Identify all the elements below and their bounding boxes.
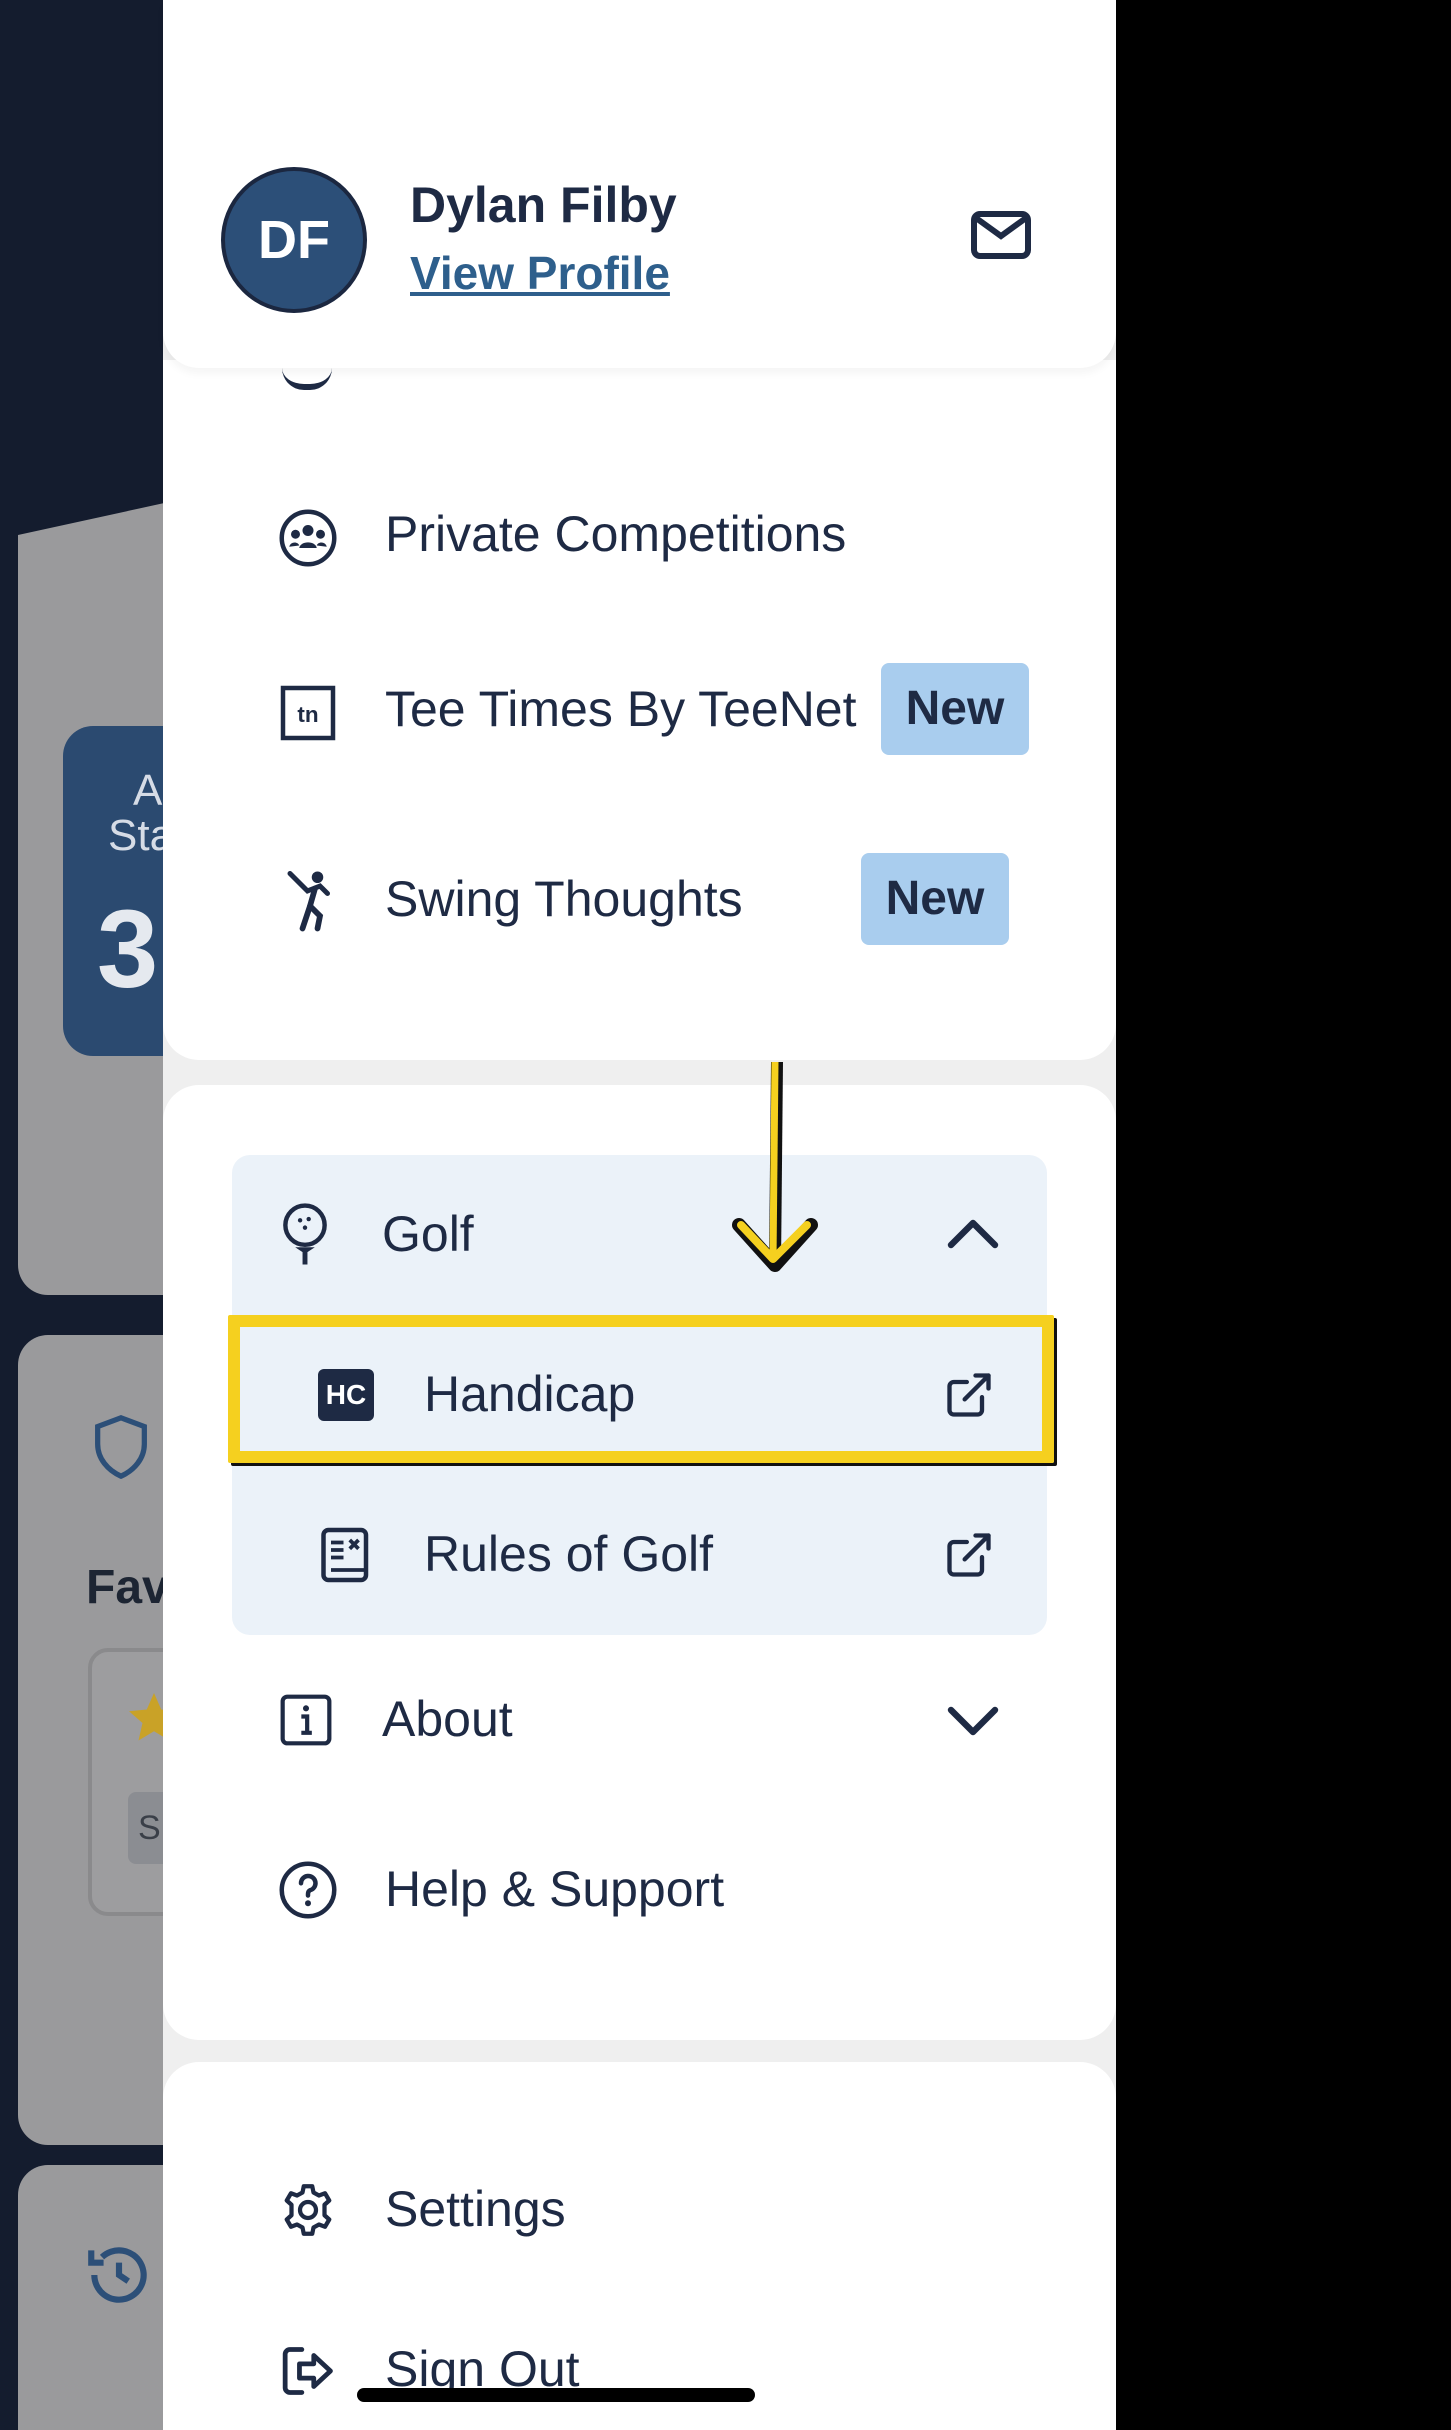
chevron-down-icon[interactable] [945,1704,1001,1738]
menu-item-settings[interactable]: Settings [260,2160,1035,2260]
stat-card-line1: A [133,766,163,815]
external-link-icon [947,1533,991,1577]
new-badge: New [881,663,1029,755]
background-favorites-heading: Fav [86,1561,169,1614]
menu-item-label: Swing Thoughts [385,871,743,927]
chevron-up-icon[interactable] [945,1217,1001,1251]
menu-item-label: Golf [382,1206,474,1262]
avatar[interactable]: DF [221,167,367,313]
menu-item-about[interactable]: About [260,1670,1035,1770]
menu-item-label: Settings [385,2181,566,2237]
drawer-scrim[interactable] [1116,0,1451,2430]
help-circle-icon [279,1861,337,1919]
new-badge: New [861,853,1009,945]
stat-card-line2: Sta [108,811,170,860]
rulebook-icon [321,1527,369,1583]
history-icon [88,2247,147,2303]
menu-item-label: Help & Support [385,1861,725,1917]
teenet-icon: tn [280,685,336,741]
menu-item-private-competitions[interactable]: Private Competitions [260,490,1040,580]
menu-item-label: About [382,1691,513,1747]
background-stat-card: A Sta 3 [63,726,170,1056]
gear-icon [284,2184,332,2236]
menu-item-sign-out[interactable]: Sign Out [260,2325,1035,2425]
sign-out-icon [282,2347,333,2395]
menu-item-swing-thoughts[interactable]: Swing Thoughts New [260,850,1040,950]
golfer-swing-icon [287,871,330,932]
info-icon [280,1694,332,1746]
group-icon [279,509,337,567]
mail-icon[interactable] [970,210,1032,260]
view-profile-link[interactable]: View Profile [410,246,670,300]
stat-card-value: 3 [97,888,159,1011]
golf-ball-tee-icon [283,1203,327,1265]
svg-text:tn: tn [297,702,318,727]
background-app: A Sta 3 Fav S [0,0,170,2430]
annotation-arrow-icon [732,1061,818,1272]
profile-name: Dylan Filby [410,177,677,233]
menu-item-tee-times[interactable]: tn Tee Times By TeeNet New [260,660,1040,760]
shield-icon [95,1415,147,1480]
menu-item-label: Tee Times By TeeNet [385,681,857,737]
menu-item-help-support[interactable]: Help & Support [260,1840,1035,1940]
menu-item-golf[interactable]: Golf [260,1185,1035,1285]
menu-item-label: Private Competitions [385,506,847,562]
annotation-highlight-box [228,1315,1054,1463]
menu-item-rules-of-golf[interactable]: Rules of Golf [300,1505,1035,1605]
home-indicator[interactable] [357,2388,755,2402]
menu-item-label: Rules of Golf [424,1526,714,1582]
